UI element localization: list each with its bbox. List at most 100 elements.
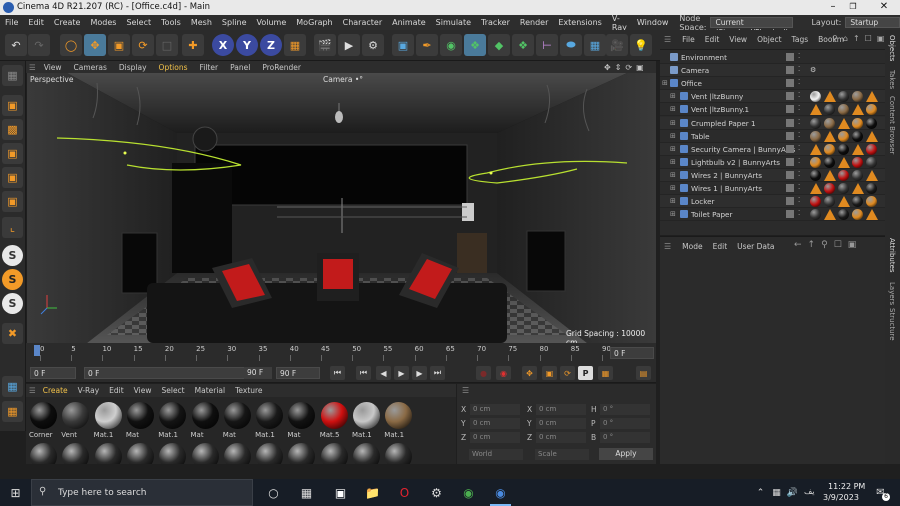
tweak-mode-icon[interactable]: ✖ [2, 323, 23, 344]
home-icon[interactable]: ⌂ [843, 34, 848, 43]
material-swatch[interactable]: Mat.1 [93, 402, 124, 439]
material-menu-item[interactable]: Material [190, 386, 230, 395]
layer-checkbox-icon[interactable] [786, 170, 794, 179]
material-tag-icon[interactable] [824, 130, 836, 142]
layer-checkbox-icon[interactable] [786, 53, 794, 61]
environment-icon[interactable]: ⬬ [560, 34, 582, 56]
tray-up-arrow-icon[interactable]: ⌃ [752, 484, 769, 501]
menu-item[interactable]: Window [632, 18, 674, 27]
cube-primitive-icon[interactable]: ▣ [392, 34, 414, 56]
menu-item[interactable]: Character [338, 18, 388, 27]
object-row[interactable]: ⊞ Crumpled Paper 1 ⁚ [660, 116, 885, 130]
visibility-dots-icon[interactable]: ⁚ [798, 91, 800, 99]
current-frame-field[interactable]: 0 F [30, 367, 76, 379]
material-tag-icon[interactable] [866, 169, 878, 181]
material-tag-icon[interactable] [838, 104, 849, 116]
object-name[interactable]: Wires 1 | BunnyArts [691, 184, 762, 193]
layer-checkbox-icon[interactable] [786, 197, 794, 206]
object-row[interactable]: ⊞ Office ⁚ [660, 77, 885, 91]
viewport-menu-item[interactable]: Options [153, 63, 194, 72]
expand-toggle-icon[interactable]: ⊞ [670, 132, 676, 140]
coord-value-field[interactable]: 0 cm [470, 432, 520, 443]
opera-icon[interactable]: O [396, 484, 413, 501]
file-explorer-icon[interactable]: 📁 [364, 484, 381, 501]
z-axis-lock-icon[interactable]: Z [260, 34, 282, 56]
render-picture-viewer-icon[interactable]: ▶ [338, 34, 360, 56]
material-tag-icon[interactable] [852, 156, 863, 168]
clock-date[interactable]: 3/9/2023 [823, 493, 859, 502]
material-tag-icon[interactable] [852, 143, 864, 155]
make-editable-icon[interactable]: ▦ [2, 65, 23, 86]
new-window-icon[interactable]: ▣ [848, 240, 857, 250]
material-tag-icon[interactable] [838, 91, 849, 103]
viewport-menu-item[interactable]: Cameras [68, 63, 113, 72]
floor-icon[interactable]: ▦ [584, 34, 606, 56]
material-tag-icon[interactable] [810, 169, 821, 181]
menu-item[interactable]: Tracker [476, 18, 515, 27]
gaming-app-icon[interactable]: ⚙ [428, 484, 445, 501]
attributes-menu-item[interactable]: Mode [677, 242, 707, 251]
expand-toggle-icon[interactable]: ⊞ [670, 171, 676, 179]
material-swatch[interactable]: Mat.1 [254, 402, 285, 439]
expand-toggle-icon[interactable]: ⊞ [670, 184, 676, 192]
material-tag-icon[interactable] [866, 117, 877, 129]
material-menu-item[interactable]: Select [156, 386, 189, 395]
material-tag-icon[interactable] [852, 130, 863, 142]
coord-value-field[interactable]: 0 cm [470, 418, 520, 429]
layer-checkbox-icon[interactable] [786, 66, 794, 75]
task-view-icon[interactable]: ○ [265, 484, 282, 501]
material-tag-icon[interactable] [838, 130, 849, 142]
material-swatch[interactable]: Mat.1 [351, 402, 382, 439]
prev-frame-icon[interactable]: ◀ [376, 366, 391, 380]
object-name[interactable]: Vent |ltzBunny.1 [691, 105, 749, 114]
object-name[interactable]: Lightbulb v2 | BunnyArts [691, 158, 780, 167]
material-tag-icon[interactable] [866, 91, 878, 103]
object-row[interactable]: ⊞ Toilet Paper ⁚ [660, 208, 885, 222]
key-pla-icon[interactable]: ▦ [598, 366, 613, 380]
points-mode-icon[interactable]: ▣ [2, 143, 23, 164]
material-swatch[interactable]: Mat [190, 402, 221, 439]
objects-menu-item[interactable]: Object [752, 35, 786, 44]
material-swatch[interactable]: Vent [60, 402, 91, 439]
undo-icon[interactable]: ↶ [5, 34, 27, 56]
visibility-dots-icon[interactable]: ⁚ [798, 52, 800, 60]
material-menu-item[interactable]: Edit [104, 386, 129, 395]
viewport-menu-item[interactable]: ProRender [256, 63, 307, 72]
object-row[interactable]: ⊞ Vent |ltzBunny ⁚ [660, 90, 885, 104]
close-button[interactable]: ✕ [877, 1, 891, 12]
polygons-mode-icon[interactable]: ▣ [2, 191, 23, 212]
object-row[interactable]: Camera ⁚ ⚙ [660, 64, 885, 78]
material-tag-icon[interactable] [810, 117, 821, 129]
coords-size-dropdown[interactable]: Scale [535, 449, 589, 460]
object-row[interactable]: ⊞ Table ⁚ [660, 129, 885, 143]
layer-checkbox-icon[interactable] [786, 131, 794, 140]
material-swatch[interactable]: Mat.1 [383, 402, 414, 439]
snap-settings-icon[interactable]: S [2, 269, 23, 290]
network-icon[interactable]: ▦ [768, 484, 785, 501]
menu-item[interactable]: Volume [252, 18, 292, 27]
clock-time[interactable]: 11:22 PM [828, 482, 865, 491]
material-swatch[interactable]: Mat [125, 402, 156, 439]
object-name[interactable]: Security Camera | BunnyArts [691, 145, 795, 154]
object-name[interactable]: Camera [681, 66, 709, 75]
coord-value-field[interactable]: 0 cm [470, 404, 520, 415]
preview-end-field[interactable]: 90 F [244, 367, 272, 379]
record-keys-icon[interactable]: ● [476, 366, 491, 380]
key-rotation-icon[interactable]: ⟳ [560, 366, 575, 380]
timeline-end-field[interactable]: 0 F [610, 347, 654, 359]
material-menu-item[interactable]: View [129, 386, 157, 395]
coord-value-field[interactable]: 0 cm [536, 432, 586, 443]
scene-end-field[interactable]: 90 F [276, 367, 320, 379]
timeline-playhead[interactable] [34, 345, 40, 356]
material-preview-ball[interactable] [126, 443, 154, 464]
visibility-dots-icon[interactable]: ⁚ [798, 144, 800, 152]
expand-toggle-icon[interactable]: ⊞ [662, 79, 668, 87]
visibility-dots-icon[interactable]: ⁚ [798, 65, 800, 73]
chrome-icon[interactable]: ◉ [460, 484, 477, 501]
prev-key-icon[interactable]: ⏮ [356, 366, 371, 380]
object-row[interactable]: ⊞ Security Camera | BunnyArts ⁚ [660, 142, 885, 156]
material-tag-icon[interactable] [810, 183, 822, 194]
file-icon[interactable]: ▣ [332, 484, 349, 501]
menu-item[interactable]: Edit [23, 18, 49, 27]
material-tag-icon[interactable] [852, 104, 864, 116]
